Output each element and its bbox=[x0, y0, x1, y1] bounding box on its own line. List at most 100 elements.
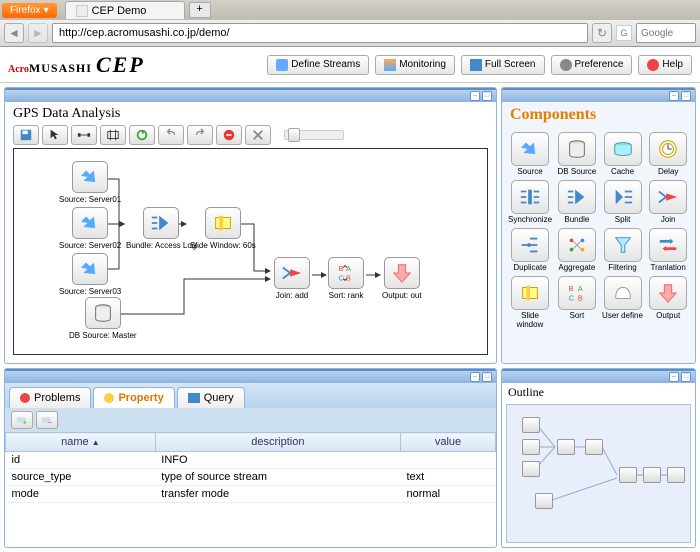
maximize-button[interactable]: □ bbox=[681, 91, 691, 101]
tab-query[interactable]: Query bbox=[177, 387, 245, 408]
property-panel: – □ Problems Property Query + – name ▲ d… bbox=[4, 368, 497, 548]
component-sort[interactable]: BACBSort bbox=[556, 276, 598, 329]
col-description[interactable]: description bbox=[155, 433, 400, 452]
stop-button[interactable] bbox=[216, 125, 242, 145]
app-header: AcroMUSASHICEP Define Streams Monitoring… bbox=[0, 47, 700, 83]
component-cache[interactable]: Cache bbox=[602, 132, 644, 176]
delete-button[interactable] bbox=[245, 125, 271, 145]
table-row[interactable]: modetransfer modenormal bbox=[6, 486, 496, 503]
add-row-button[interactable]: + bbox=[11, 411, 33, 429]
svg-text:C: C bbox=[569, 293, 575, 302]
error-icon bbox=[20, 393, 30, 403]
canvas-panel: – □ GPS Data Analysis bbox=[4, 87, 497, 364]
tab-bar: Problems Property Query bbox=[5, 383, 496, 408]
canvas-title: GPS Data Analysis bbox=[5, 102, 496, 122]
back-button[interactable]: ◄ bbox=[4, 23, 24, 43]
outline-minimap[interactable] bbox=[506, 404, 691, 543]
address-bar: ◄ ► ↻ G bbox=[0, 20, 700, 47]
preference-button[interactable]: Preference bbox=[551, 55, 633, 75]
fit-button[interactable] bbox=[100, 125, 126, 145]
node-source3[interactable]: Source: Server03 bbox=[59, 253, 121, 296]
components-title: Components bbox=[502, 102, 695, 128]
connect-button[interactable] bbox=[71, 125, 97, 145]
forward-button[interactable]: ► bbox=[28, 23, 48, 43]
maximize-button[interactable]: □ bbox=[482, 91, 492, 101]
maximize-button[interactable]: □ bbox=[681, 372, 691, 382]
fullscreen-button[interactable]: Full Screen bbox=[461, 55, 545, 75]
svg-text:B: B bbox=[339, 264, 344, 273]
define-streams-button[interactable]: Define Streams bbox=[267, 55, 369, 75]
new-tab-button[interactable]: + bbox=[189, 2, 211, 18]
minimize-button[interactable]: – bbox=[470, 372, 480, 382]
node-slidewindow[interactable]: Slide Window: 60s bbox=[190, 207, 256, 250]
svg-text:+: + bbox=[23, 420, 27, 427]
node-source2[interactable]: Source: Server02 bbox=[59, 207, 121, 250]
reload-button[interactable]: ↻ bbox=[592, 23, 612, 43]
help-icon bbox=[647, 59, 659, 71]
monitoring-button[interactable]: Monitoring bbox=[375, 55, 455, 75]
svg-text:–: – bbox=[48, 420, 52, 427]
maximize-button[interactable]: □ bbox=[482, 372, 492, 382]
redo-button[interactable] bbox=[187, 125, 213, 145]
minimize-button[interactable]: – bbox=[669, 91, 679, 101]
undo-button[interactable] bbox=[158, 125, 184, 145]
page-icon bbox=[76, 5, 88, 17]
svg-text:B: B bbox=[578, 293, 583, 302]
component-split[interactable]: Split bbox=[602, 180, 644, 224]
minimize-button[interactable]: – bbox=[669, 372, 679, 382]
outline-title: Outline bbox=[502, 383, 695, 402]
component-source[interactable]: Source bbox=[508, 132, 552, 176]
outline-panel: – □ Outline bbox=[501, 368, 696, 548]
component-filtering[interactable]: Filtering bbox=[602, 228, 644, 272]
component-slide-window[interactable]: Slide window bbox=[508, 276, 552, 329]
component-bundle[interactable]: Bundle bbox=[556, 180, 598, 224]
flag-icon bbox=[276, 59, 288, 71]
component-tranlation[interactable]: Tranlation bbox=[647, 228, 689, 272]
svg-text:A: A bbox=[578, 284, 583, 293]
browser-tab[interactable]: CEP Demo bbox=[65, 1, 185, 19]
component-aggregate[interactable]: Aggregate bbox=[556, 228, 598, 272]
app-logo: AcroMUSASHICEP bbox=[8, 52, 145, 78]
sort-asc-icon: ▲ bbox=[92, 438, 100, 447]
component-duplicate[interactable]: Duplicate bbox=[508, 228, 552, 272]
components-panel: – □ Components SourceDB SourceCacheDelay… bbox=[501, 87, 696, 364]
component-delay[interactable]: Delay bbox=[647, 132, 689, 176]
zoom-slider[interactable] bbox=[284, 130, 344, 140]
component-user-define[interactable]: User define bbox=[602, 276, 644, 329]
firefox-menu-button[interactable]: Firefox ▾ bbox=[2, 3, 57, 18]
component-db-source[interactable]: DB Source bbox=[556, 132, 598, 176]
col-value[interactable]: value bbox=[400, 433, 495, 452]
tab-property[interactable]: Property bbox=[93, 387, 174, 408]
node-join[interactable]: Join: add bbox=[274, 257, 310, 300]
save-button[interactable] bbox=[13, 125, 39, 145]
chevron-down-icon: ▾ bbox=[44, 5, 49, 16]
search-input[interactable] bbox=[636, 23, 696, 43]
canvas-toolbar bbox=[5, 122, 496, 148]
delete-row-button[interactable]: – bbox=[36, 411, 58, 429]
canvas-area[interactable]: Source: Server01 Source: Server02 Source… bbox=[13, 148, 488, 355]
minimize-button[interactable]: – bbox=[470, 91, 480, 101]
component-join[interactable]: Join bbox=[647, 180, 689, 224]
cursor-button[interactable] bbox=[42, 125, 68, 145]
col-name[interactable]: name ▲ bbox=[6, 433, 156, 452]
component-synchronize[interactable]: Synchronize bbox=[508, 180, 552, 224]
help-button[interactable]: Help bbox=[638, 55, 692, 75]
browser-top-bar: Firefox ▾ CEP Demo + bbox=[0, 0, 700, 20]
svg-text:B: B bbox=[569, 284, 574, 293]
chart-icon bbox=[384, 59, 396, 71]
node-bundle[interactable]: Bundle: Access Log bbox=[126, 207, 196, 250]
refresh-button[interactable] bbox=[129, 125, 155, 145]
node-sort[interactable]: BACBSort: rank bbox=[328, 257, 364, 300]
svg-text:B: B bbox=[346, 273, 351, 282]
property-table: name ▲ description value idINFOsource_ty… bbox=[5, 432, 496, 503]
google-icon: G bbox=[616, 25, 632, 41]
tab-problems[interactable]: Problems bbox=[9, 387, 91, 408]
table-row[interactable]: source_typetype of source streamtext bbox=[6, 469, 496, 486]
node-source1[interactable]: Source: Server01 bbox=[59, 161, 121, 204]
table-row[interactable]: idINFO bbox=[6, 452, 496, 469]
component-output[interactable]: Output bbox=[647, 276, 689, 329]
fullscreen-icon bbox=[470, 59, 482, 71]
node-output[interactable]: Output: out bbox=[382, 257, 422, 300]
url-input[interactable] bbox=[52, 23, 588, 43]
node-dbsource[interactable]: DB Source: Master bbox=[69, 297, 137, 340]
